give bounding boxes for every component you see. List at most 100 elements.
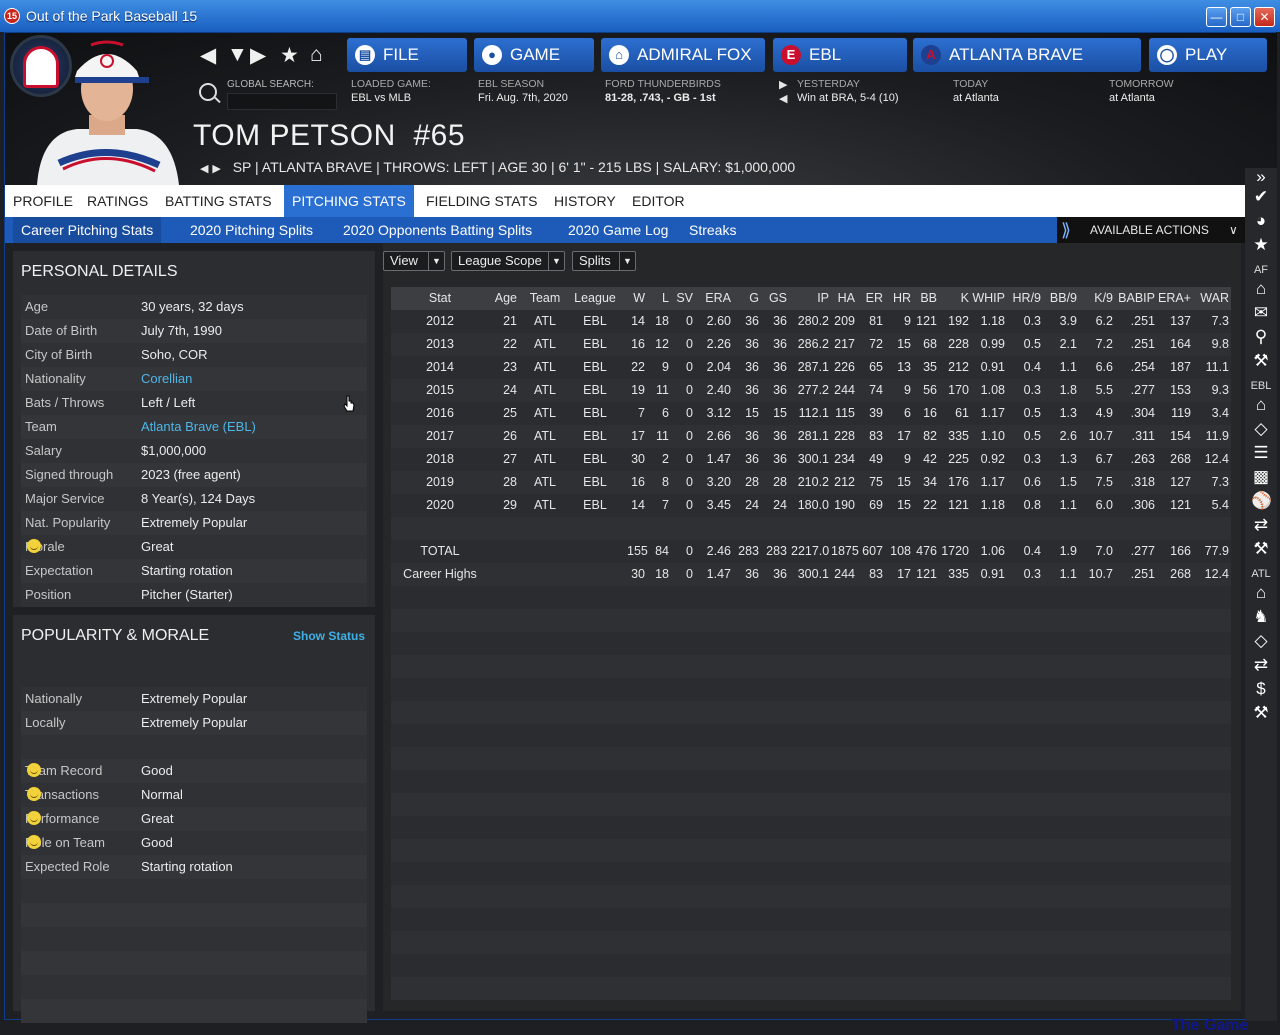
- column-header[interactable]: HR/9: [1007, 287, 1041, 310]
- batter-icon[interactable]: ♞: [1251, 608, 1271, 626]
- column-header[interactable]: WHIP: [971, 287, 1005, 310]
- view-dropdown[interactable]: View ▼: [383, 251, 445, 271]
- forward-arrow-icon[interactable]: ▶: [250, 43, 266, 68]
- column-header[interactable]: HR: [887, 287, 911, 310]
- search-icon[interactable]: [199, 83, 217, 101]
- star-icon[interactable]: ★: [280, 43, 299, 68]
- wrench-icon[interactable]: ⚒: [1251, 352, 1271, 370]
- home-icon[interactable]: ⌂: [1251, 396, 1271, 414]
- home-icon[interactable]: ⌂: [1251, 280, 1271, 298]
- column-header[interactable]: ER: [859, 287, 883, 310]
- subtab-2020-opponents-batting-splits[interactable]: 2020 Opponents Batting Splits: [335, 217, 540, 243]
- table-row[interactable]: 2020 29 ATL EBL 14 7 0 3.45 24 24 180.0 190 69 15 22 12…: [391, 494, 1231, 517]
- column-header[interactable]: GS: [763, 287, 787, 310]
- next-player-icon[interactable]: ▶: [212, 163, 220, 175]
- transfer-arrows-icon[interactable]: ⇄: [1251, 516, 1271, 534]
- checkmark-icon[interactable]: ✔: [1251, 188, 1271, 206]
- detail-value[interactable]: Corellian: [141, 367, 192, 391]
- subtab-streaks[interactable]: Streaks: [681, 217, 744, 243]
- nav-atlanta-brave-button[interactable]: A ATLANTA BRAVE: [913, 38, 1141, 72]
- close-button[interactable]: ✕: [1254, 7, 1275, 27]
- home-icon[interactable]: ⌂: [310, 43, 323, 67]
- nav-game-button[interactable]: ● GAME: [474, 38, 594, 72]
- home-icon[interactable]: ⌂: [1251, 584, 1271, 602]
- table-row[interactable]: 2014 23 ATL EBL 22 9 0 2.04 36 36 287.1 226 65 13 35 21…: [391, 356, 1231, 379]
- column-header[interactable]: SV: [673, 287, 693, 310]
- column-header[interactable]: K: [939, 287, 969, 310]
- nav-ebl-button[interactable]: E EBL: [773, 38, 907, 72]
- table-row[interactable]: 2015 24 ATL EBL 19 11 0 2.40 36 36 277.2 244 74 9 56 17…: [391, 379, 1231, 402]
- table-row[interactable]: 2013 22 ATL EBL 16 12 0 2.26 36 36 286.2 217 72 15 68 2…: [391, 333, 1231, 356]
- info-today[interactable]: TODAY at Atlanta: [953, 78, 999, 104]
- nav-file-button[interactable]: ▤ FILE: [347, 38, 467, 72]
- collapse-sidebar-icon[interactable]: »: [1251, 168, 1271, 186]
- tab-ratings[interactable]: RATINGS: [79, 185, 156, 217]
- history-dropdown-icon[interactable]: ▼: [227, 43, 248, 67]
- column-header[interactable]: WAR: [1195, 287, 1229, 310]
- subtab-2020-game-log[interactable]: 2020 Game Log: [560, 217, 676, 243]
- tab-batting-stats[interactable]: BATTING STATS: [157, 185, 280, 217]
- bar-chart-icon[interactable]: ▩: [1251, 468, 1271, 486]
- tab-history[interactable]: HISTORY: [546, 185, 624, 217]
- back-arrow-icon[interactable]: ◀: [200, 43, 216, 68]
- table-row[interactable]: 2019 28 ATL EBL 16 8 0 3.20 28 28 210.2 212 75 15 34 17…: [391, 471, 1231, 494]
- column-header[interactable]: L: [651, 287, 669, 310]
- column-header[interactable]: W: [627, 287, 645, 310]
- column-header[interactable]: BB/9: [1043, 287, 1077, 310]
- subtab-career-pitching-stats[interactable]: Career Pitching Stats: [13, 217, 162, 243]
- column-header[interactable]: BABIP: [1115, 287, 1155, 310]
- column-header[interactable]: HA: [831, 287, 855, 310]
- column-header[interactable]: G: [737, 287, 759, 310]
- maximize-button[interactable]: □: [1230, 7, 1251, 27]
- available-actions-button[interactable]: ⟫ AVAILABLE ACTIONS ∨: [1057, 217, 1245, 243]
- column-header[interactable]: K/9: [1083, 287, 1113, 310]
- table-row[interactable]: 2016 25 ATL EBL 7 6 0 3.12 15 15 112.1 115 39 6 16 61 1.…: [391, 402, 1231, 425]
- empty-row: [391, 586, 1231, 609]
- column-header[interactable]: Team: [527, 287, 563, 310]
- table-row[interactable]: 2018 27 ATL EBL 30 2 0 1.47 36 36 300.1 234 49 9 42 225…: [391, 448, 1231, 471]
- subtab-2020-pitching-splits[interactable]: 2020 Pitching Splits: [182, 217, 321, 243]
- globe-icon[interactable]: ◕: [1251, 212, 1271, 230]
- baseball-icon[interactable]: ⚾: [1251, 492, 1272, 510]
- info-yesterday[interactable]: ▶ ◀ YESTERDAY Win at BRA, 5-4 (10): [779, 78, 898, 105]
- table-row[interactable]: 2017 26 ATL EBL 17 11 0 2.66 36 36 281.1 228 83 17 82 3…: [391, 425, 1231, 448]
- app-icon: 15: [4, 8, 20, 24]
- column-header[interactable]: ERA+: [1157, 287, 1191, 310]
- wrench-icon[interactable]: ⚒: [1251, 540, 1271, 558]
- stat-cell: 12.4: [1204, 452, 1229, 466]
- tab-profile[interactable]: PROFILE: [5, 185, 81, 217]
- info-tomorrow[interactable]: TOMORROW at Atlanta: [1109, 78, 1174, 104]
- column-header[interactable]: Age: [491, 287, 517, 310]
- league-scope-dropdown[interactable]: League Scope ▼: [451, 251, 565, 271]
- prev-player-icon[interactable]: ◀: [200, 163, 208, 175]
- diamond-icon[interactable]: ◇: [1251, 632, 1271, 650]
- mail-icon[interactable]: ✉: [1251, 304, 1271, 322]
- total-row[interactable]: TOTAL 155 84 0 2.46 283 283 2217.0 1875 607 108 476…: [391, 540, 1231, 563]
- tab-fielding-stats[interactable]: FIELDING STATS: [418, 185, 546, 217]
- column-header[interactable]: IP: [791, 287, 829, 310]
- career-highs-row[interactable]: Career Highs 30 18 0 1.47 36 36 300.1 244 83 17 121…: [391, 563, 1231, 586]
- splits-dropdown[interactable]: Splits ▼: [572, 251, 636, 271]
- nav-play-button[interactable]: ◯ PLAY: [1149, 38, 1267, 72]
- column-header[interactable]: BB: [915, 287, 937, 310]
- column-header[interactable]: Stat: [403, 287, 477, 310]
- table-row[interactable]: 2012 21 ATL EBL 14 18 0 2.60 36 36 280.2 209 81 9 121 1…: [391, 310, 1231, 333]
- column-header[interactable]: ERA: [697, 287, 731, 310]
- diamond-icon[interactable]: ◇: [1251, 420, 1271, 438]
- nav-admiral-fox-button[interactable]: ⌂ ADMIRAL FOX: [601, 38, 765, 72]
- tab-pitching-stats[interactable]: PITCHING STATS: [284, 185, 414, 217]
- detail-value[interactable]: Atlanta Brave (EBL): [141, 415, 256, 439]
- dollar-icon[interactable]: $: [1251, 680, 1271, 698]
- tab-editor[interactable]: EDITOR: [624, 185, 693, 217]
- wrench-icon[interactable]: ⚒: [1251, 704, 1271, 722]
- search-icon[interactable]: ⚲: [1251, 328, 1271, 346]
- minimize-button[interactable]: —: [1206, 7, 1227, 27]
- list-icon[interactable]: ☰: [1251, 444, 1271, 462]
- show-status-link[interactable]: Show Status: [293, 629, 365, 643]
- star-icon[interactable]: ★: [1251, 236, 1271, 254]
- global-search-input[interactable]: [227, 93, 337, 110]
- transfer-arrows-icon[interactable]: ⇄: [1251, 656, 1271, 674]
- column-header[interactable]: League: [571, 287, 619, 310]
- detail-row: Age 30 years, 32 days: [21, 295, 367, 319]
- info-team-record[interactable]: FORD THUNDERBIRDS 81-28, .743, - GB - 1s…: [605, 78, 721, 104]
